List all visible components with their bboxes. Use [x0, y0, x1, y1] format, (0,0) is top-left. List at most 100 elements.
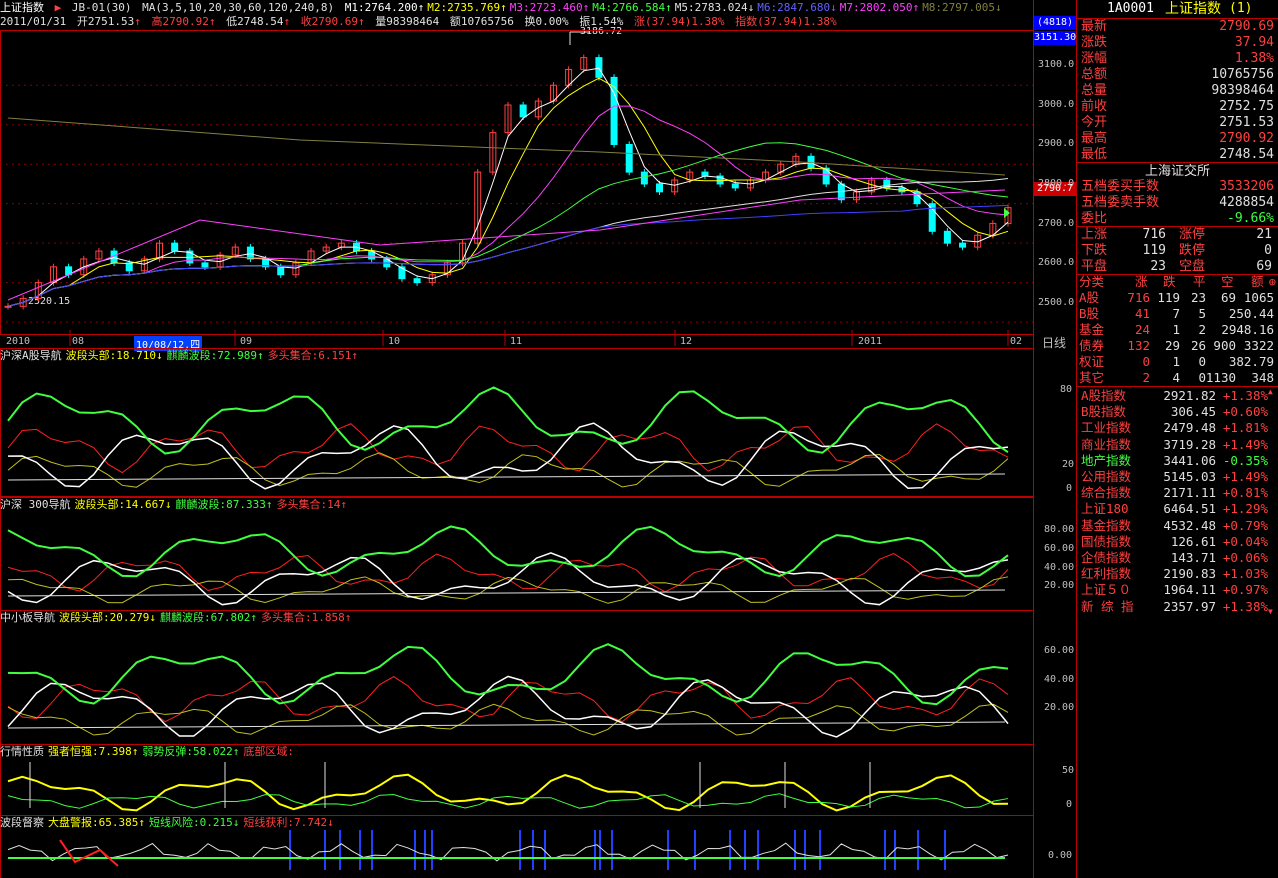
index-name: 商业指数 [1081, 436, 1132, 452]
category-cell: 69 [1220, 290, 1236, 305]
category-cell: 2948.16 [1221, 322, 1274, 337]
panel-title-a-share: 沪深A股导航 波段头部:18.710↓ 麒麟波段:72.989↑ 多头集合:6.151… [0, 348, 362, 364]
index-name: 工业指数 [1081, 420, 1132, 436]
index-value: 2479.48 [1163, 420, 1216, 436]
breadth-value: 0 [1264, 243, 1272, 258]
category-cell: 7 [1172, 306, 1180, 321]
category-cell: 2 [1142, 370, 1150, 385]
breadth-value: 716 [1142, 227, 1166, 242]
candle-body [171, 242, 179, 252]
quote-row: 最低 2748.54 [1079, 147, 1276, 163]
index-item[interactable]: B股指数 306.45 +0.60% [1079, 404, 1278, 420]
panel-tick: 60.00 [1044, 645, 1075, 656]
index-item[interactable]: 地产指数 3441.06 -0.35% [1079, 453, 1278, 469]
index-name: 上证５０ [1081, 582, 1132, 598]
market-nature-yellow [7, 773, 1009, 812]
panel-series-c: 多头集合:1.858↑ [260, 611, 352, 624]
panel-series-a: 波段头部:14.667↓ [74, 498, 172, 511]
category-row: 权证 0 1 0 382.79 [1077, 354, 1278, 370]
panel-series-a: 波段头部:20.279↓ [59, 611, 156, 624]
category-cell: 基金 [1079, 322, 1105, 337]
index-change: +0.06% [1222, 550, 1268, 565]
row-label: 今开 [1081, 115, 1108, 130]
panel-tick: 80.00 [1044, 524, 1075, 535]
candle-body [640, 171, 648, 185]
category-cell: 其它 [1079, 370, 1105, 385]
security-code: 1A0001 [1107, 1, 1154, 16]
category-cell: 24 [1134, 322, 1150, 337]
panel-series-c: 底部区域: [243, 745, 294, 758]
breadth-label: 平盘 [1081, 259, 1108, 274]
index-change: +1.49% [1222, 469, 1268, 484]
index-item[interactable]: A股指数 2921.82 +1.38% [1079, 388, 1278, 404]
index-item[interactable]: 公用指数 5145.03 +1.49% [1079, 469, 1278, 485]
row-label: 前收 [1081, 99, 1108, 114]
index-item[interactable]: 国债指数 126.61 +0.04% [1079, 534, 1278, 550]
candle-body [4, 305, 12, 308]
category-row: 债券 132 29 26 900 3322 [1077, 338, 1278, 354]
breadth-label: 下跌 [1081, 243, 1108, 258]
quote-row: 最新 2790.69 [1079, 19, 1276, 35]
index-item[interactable]: 上证180 6464.51 +1.29% [1079, 501, 1278, 517]
side-header: 1A0001 上证指数 (1) [1077, 0, 1278, 19]
index-item[interactable]: 上证５０ 1964.11 +0.97% [1079, 582, 1278, 598]
row-label: 五档委卖手数 [1081, 195, 1160, 210]
category-cell: 382.79 [1228, 354, 1274, 369]
index-item[interactable]: 企债指数 143.71 +0.06% [1079, 550, 1278, 566]
osc-red [7, 676, 1009, 723]
breadth-value: 119 [1142, 243, 1166, 258]
exchange-name: 上海证交所 [1077, 162, 1278, 180]
panel-series-a: 波段头部:18.710↓ [65, 349, 163, 362]
chart-area[interactable]: 上证指数 ▶ JB-01(30) MA(3,5,10,20,30,60,120,… [0, 0, 1076, 878]
breadth-value: 69 [1256, 259, 1272, 274]
category-cell: 额 [1251, 274, 1264, 289]
index-change: +1.03% [1222, 566, 1268, 582]
breadth-label: 上涨 [1081, 227, 1108, 242]
index-item[interactable]: 新 综 指 2357.97 +1.38% [1079, 599, 1278, 615]
index-item[interactable]: 综合指数 2171.11 +0.81% [1079, 485, 1278, 501]
index-change: +0.79% [1222, 517, 1268, 533]
category-cell: 2 [1198, 322, 1206, 337]
candle-body [595, 57, 603, 78]
panel-name: 沪深A股导航 [0, 349, 62, 362]
index-change: +0.97% [1222, 582, 1268, 598]
category-cell: 26 [1190, 338, 1206, 353]
ma-line-slow [7, 189, 1006, 301]
index-item[interactable]: 红利指数 2190.83 +1.03% [1079, 566, 1278, 582]
category-row: 基金 24 1 2 2948.16 [1077, 322, 1278, 338]
index-value: 306.45 [1170, 404, 1216, 420]
panel-series-c: 短线获利:7.742↓ [243, 816, 334, 829]
panel-name: 行情性质 [0, 745, 44, 758]
panel-tick: 40.00 [1044, 674, 1075, 685]
index-item[interactable]: 商业指数 3719.28 +1.49% [1079, 437, 1278, 453]
index-name: 公用指数 [1081, 469, 1132, 484]
quote-row: 最高 2790.92 [1079, 131, 1276, 147]
index-item[interactable]: 基金指数 4532.48 +0.79% [1079, 518, 1278, 534]
category-row: 其它 2 4 0 1130 348 [1077, 370, 1278, 386]
security-name: 上证指数 [1165, 1, 1221, 17]
book-row: 五档委买手数 3533206 [1079, 179, 1276, 195]
candle-body [943, 230, 951, 244]
quote-row: 涨幅 1.38% [1079, 51, 1276, 67]
ma-line [7, 204, 1009, 307]
scrollbar[interactable]: ▲ ▼ [1268, 388, 1278, 617]
index-item[interactable]: 工业指数 2479.48 +1.81% [1079, 420, 1278, 436]
category-cell: 权证 [1079, 354, 1105, 369]
panel-tick: 0.00 [1048, 850, 1073, 861]
panel-series-b: 麒麟波段:67.802↑ [159, 611, 257, 624]
expand-icon[interactable]: ⊕ [1269, 275, 1276, 289]
panel-name: 中小板导航 [0, 611, 55, 624]
index-name: B股指数 [1081, 404, 1127, 420]
category-cell: 3322 [1243, 338, 1274, 353]
quote-row: 总量 98398464 [1079, 83, 1276, 99]
panel-name: 沪深 300导航 [0, 498, 71, 511]
panel-series-a: 大盘警报:65.385↑ [48, 816, 145, 829]
category-cell: 250.44 [1228, 306, 1274, 321]
index-value: 126.61 [1170, 533, 1216, 549]
candle-body [277, 266, 285, 276]
index-change: +1.38% [1222, 388, 1268, 403]
osc-yellow [7, 703, 1009, 736]
breadth-row: 上涨 716 涨停 21 [1079, 227, 1276, 243]
osc-yellow [7, 576, 1009, 604]
row-label: 五档委买手数 [1081, 179, 1160, 194]
